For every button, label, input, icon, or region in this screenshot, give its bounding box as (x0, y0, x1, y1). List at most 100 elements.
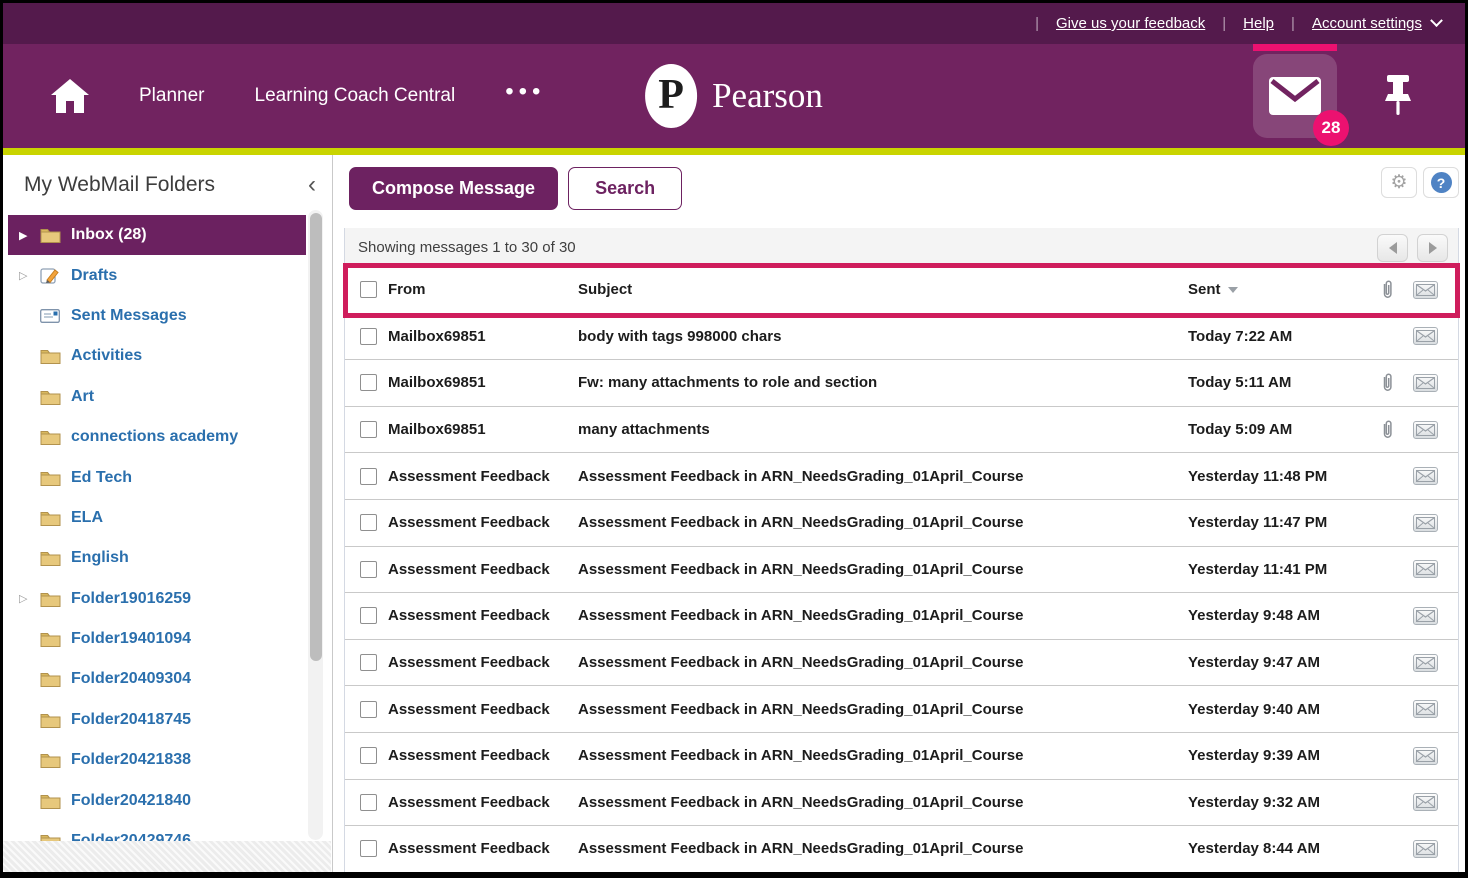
webmail-button[interactable]: 28 (1253, 54, 1337, 138)
mark-read-button[interactable] (1413, 654, 1438, 672)
folder-item-ed-tech[interactable]: Ed Tech (3, 457, 332, 497)
envelope-icon (1416, 563, 1435, 575)
message-from: Mailbox69851 (388, 421, 578, 438)
message-checkbox[interactable] (360, 607, 377, 624)
message-row[interactable]: Assessment Feedback Assessment Feedback … (345, 593, 1458, 640)
folder-icon (40, 227, 61, 243)
compose-message-button[interactable]: Compose Message (349, 167, 558, 210)
message-row[interactable]: Assessment Feedback Assessment Feedback … (345, 640, 1458, 687)
folder-item-english[interactable]: English (3, 538, 332, 578)
folder-item-art[interactable]: Art (3, 377, 332, 417)
mark-read-button[interactable] (1413, 747, 1438, 765)
column-header-from[interactable]: From (388, 281, 578, 298)
message-row[interactable]: Assessment Feedback Assessment Feedback … (345, 686, 1458, 733)
message-row[interactable]: Assessment Feedback Assessment Feedback … (345, 500, 1458, 547)
folder-icon (40, 348, 68, 364)
mark-read-button[interactable] (1413, 793, 1438, 811)
message-checkbox[interactable] (360, 328, 377, 345)
question-mark-icon: ? (1431, 172, 1452, 193)
folder-item-folder19016259[interactable]: ▷ Folder19016259 (3, 579, 332, 619)
next-page-button[interactable] (1417, 234, 1448, 262)
folder-item-folder20421838[interactable]: Folder20421838 (3, 740, 332, 780)
feedback-item: Give us your feedback (1018, 15, 1205, 32)
folder-item-activities[interactable]: Activities (3, 336, 332, 376)
mark-read-button[interactable] (1413, 560, 1438, 578)
sidebar-scrollbar-thumb[interactable] (310, 213, 322, 661)
mark-read-button[interactable] (1413, 514, 1438, 532)
message-row[interactable]: Assessment Feedback Assessment Feedback … (345, 547, 1458, 594)
read-status-column-icon (1413, 281, 1438, 299)
folder-item-sent-messages[interactable]: Sent Messages (3, 296, 332, 336)
message-subject: Assessment Feedback in ARN_NeedsGrading_… (578, 607, 1188, 624)
message-checkbox[interactable] (360, 794, 377, 811)
message-checkbox[interactable] (360, 747, 377, 764)
message-subject: body with tags 998000 chars (578, 328, 1188, 345)
message-row[interactable]: Mailbox69851 many attachments Today 5:09… (345, 407, 1458, 454)
mark-read-button[interactable] (1413, 700, 1438, 718)
previous-page-button[interactable] (1377, 234, 1408, 262)
mark-read-button[interactable] (1413, 421, 1438, 439)
message-checkbox[interactable] (360, 421, 377, 438)
folder-item-connections-academy[interactable]: connections academy (3, 417, 332, 457)
pearson-logo-icon: P (645, 64, 697, 128)
paperclip-icon (1381, 372, 1394, 393)
folder-item-drafts[interactable]: ▷ Drafts (3, 255, 332, 295)
folder-icon (40, 550, 68, 566)
envelope-icon (1416, 703, 1435, 715)
folder-item-inbox-28[interactable]: ▶ Inbox (28) (8, 215, 306, 255)
feedback-link[interactable]: Give us your feedback (1056, 15, 1205, 32)
draft-icon (40, 267, 68, 285)
message-row[interactable]: Mailbox69851 Fw: many attachments to rol… (345, 360, 1458, 407)
message-row[interactable]: Mailbox69851 body with tags 998000 chars… (345, 314, 1458, 361)
home-button[interactable] (51, 79, 89, 113)
message-sent: Yesterday 11:48 PM (1188, 468, 1362, 485)
mark-read-button[interactable] (1413, 840, 1438, 858)
message-checkbox[interactable] (360, 840, 377, 857)
folder-item-folder20418745[interactable]: Folder20418745 (3, 700, 332, 740)
folder-item-folder20421840[interactable]: Folder20421840 (3, 780, 332, 820)
sidebar-scrollbar[interactable] (308, 210, 323, 840)
message-checkbox[interactable] (360, 701, 377, 718)
nav-item-planner[interactable]: Planner (139, 85, 205, 107)
nav-item-learning-coach-central[interactable]: Learning Coach Central (255, 85, 456, 107)
mark-read-button[interactable] (1413, 467, 1438, 485)
expander-icon[interactable]: ▶ (19, 229, 40, 242)
column-header-sent[interactable]: Sent (1188, 281, 1362, 298)
account-settings-link[interactable]: Account settings (1312, 15, 1422, 32)
message-row[interactable]: Assessment Feedback Assessment Feedback … (345, 780, 1458, 827)
expander-icon[interactable]: ▷ (19, 269, 40, 282)
folder-icon (40, 389, 61, 405)
select-all-checkbox[interactable] (360, 281, 377, 298)
folder-item-folder20409304[interactable]: Folder20409304 (3, 659, 332, 699)
message-row[interactable]: Assessment Feedback Assessment Feedback … (345, 733, 1458, 780)
more-menu-icon[interactable]: ••• (505, 80, 545, 112)
message-checkbox[interactable] (360, 654, 377, 671)
help-button[interactable]: ? (1423, 167, 1459, 198)
mark-read-button[interactable] (1413, 607, 1438, 625)
folder-item-folder19401094[interactable]: Folder19401094 (3, 619, 332, 659)
collapse-sidebar-icon[interactable]: ‹ (304, 178, 320, 192)
message-list-panel: Showing messages 1 to 30 of 30 From Subj… (344, 228, 1459, 872)
folder-icon (40, 712, 68, 728)
message-attachment-cell (1362, 372, 1413, 393)
message-checkbox[interactable] (360, 468, 377, 485)
list-header-row: From Subject Sent (345, 267, 1458, 314)
envelope-icon (1416, 610, 1435, 622)
message-checkbox[interactable] (360, 561, 377, 578)
expander-icon[interactable]: ▷ (19, 592, 40, 605)
folder-icon (40, 591, 61, 607)
mark-read-button[interactable] (1413, 327, 1438, 345)
pin-button[interactable] (1383, 75, 1413, 117)
message-row[interactable]: Assessment Feedback Assessment Feedback … (345, 826, 1458, 872)
message-checkbox[interactable] (360, 374, 377, 391)
search-button[interactable]: Search (568, 167, 682, 210)
column-header-subject[interactable]: Subject (578, 281, 1188, 298)
message-checkbox[interactable] (360, 514, 377, 531)
help-link[interactable]: Help (1243, 15, 1274, 32)
folder-item-ela[interactable]: ELA (3, 498, 332, 538)
message-row[interactable]: Assessment Feedback Assessment Feedback … (345, 453, 1458, 500)
mark-read-button[interactable] (1413, 374, 1438, 392)
message-sent: Today 5:11 AM (1188, 374, 1362, 391)
message-from: Assessment Feedback (388, 794, 578, 811)
settings-button[interactable]: ⚙ (1381, 167, 1417, 198)
